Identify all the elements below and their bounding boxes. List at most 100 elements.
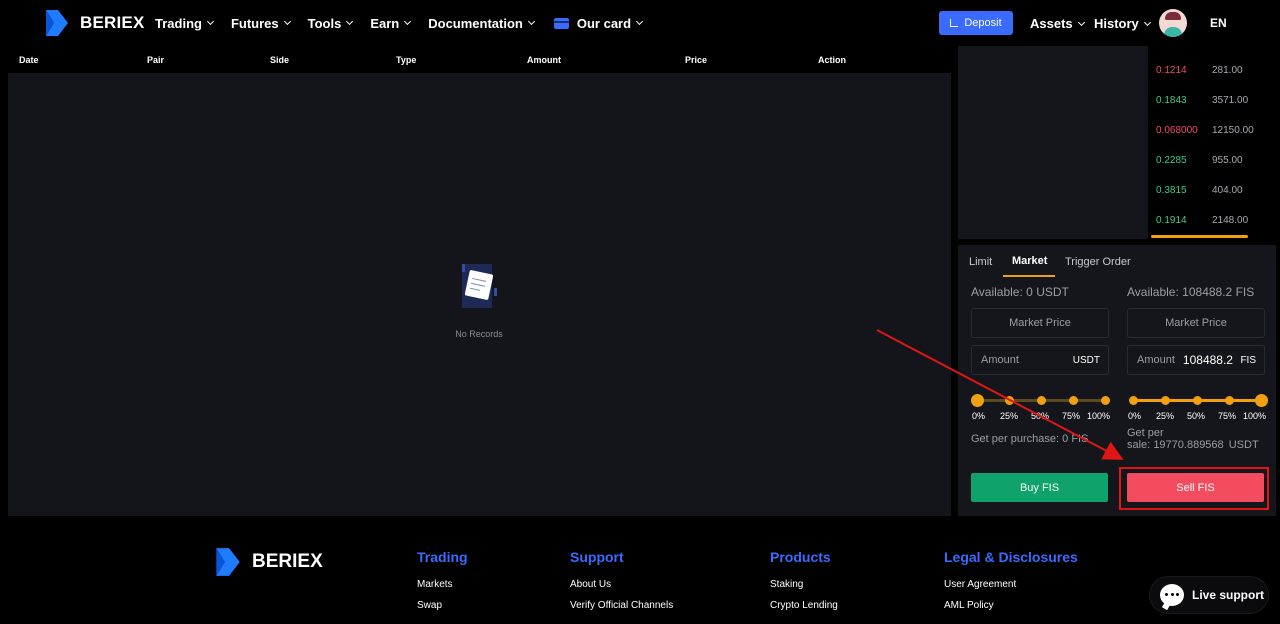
nav-our-card-label: Our card bbox=[576, 15, 632, 31]
footer-col-legal: Legal & Disclosures User Agreement AML P… bbox=[944, 549, 1078, 621]
orders-panel: Date Pair Side Type Amount Price Action … bbox=[8, 46, 951, 516]
slider-stop[interactable] bbox=[1224, 396, 1234, 405]
col-date[interactable]: Date bbox=[19, 55, 39, 65]
sell-form: Available: 108488.2 FIS Market Price Amo… bbox=[1127, 285, 1268, 451]
order-book-row[interactable]: 0.1214 281.00 bbox=[1156, 65, 1243, 76]
footer-link-verify-channels[interactable]: Verify Official Channels bbox=[570, 600, 673, 611]
buy-get-summary: Get per purchase: 0 FIS bbox=[971, 433, 1088, 445]
order-book-row[interactable]: 0.1914 2148.00 bbox=[1156, 215, 1248, 226]
chevron-down-icon bbox=[346, 17, 354, 26]
buy-available-label: Available: bbox=[971, 285, 1023, 299]
nav-earn-label: Earn bbox=[370, 15, 400, 31]
footer: BERIEX Trading Markets Swap Support Abou… bbox=[0, 523, 1280, 624]
buy-percent-slider[interactable] bbox=[970, 393, 1110, 407]
buy-get-value: 0 bbox=[1062, 433, 1069, 445]
col-pair: Pair bbox=[147, 55, 165, 65]
col-action: Action bbox=[818, 55, 846, 65]
sell-price-field[interactable]: Market Price bbox=[1127, 308, 1265, 338]
orders-table-header: Date Pair Side Type Amount Price Action bbox=[8, 46, 951, 73]
footer-link-markets[interactable]: Markets bbox=[417, 579, 468, 590]
slider-stop[interactable] bbox=[1036, 396, 1046, 405]
order-book-price: 0.1843 bbox=[1156, 95, 1187, 106]
slider-stop[interactable] bbox=[1100, 396, 1110, 405]
nav-futures-label: Futures bbox=[230, 15, 279, 31]
order-book-price: 0.1914 bbox=[1156, 215, 1187, 226]
empty-state: No Records bbox=[428, 260, 530, 339]
chevron-down-icon bbox=[1077, 18, 1085, 26]
nav-documentation[interactable]: Documentation bbox=[428, 16, 535, 31]
order-book-list[interactable]: 0.1214 281.00 0.1843 3571.00 0.068000 12150.0… bbox=[1148, 46, 1276, 239]
buy-amount-input[interactable]: Amount USDT bbox=[971, 345, 1109, 375]
sell-percent-slider[interactable] bbox=[1127, 393, 1268, 407]
buy-amount-unit: USDT bbox=[1072, 354, 1100, 366]
order-book-qty: 955.00 bbox=[1212, 155, 1243, 166]
tab-trigger-order[interactable]: Trigger Order bbox=[1065, 256, 1131, 268]
buy-available: Available: 0 USDT bbox=[971, 285, 1109, 299]
mark-25: 25% bbox=[1156, 411, 1175, 421]
footer-link-user-agreement[interactable]: User Agreement bbox=[944, 579, 1078, 590]
sell-amount-unit: FIS bbox=[1240, 354, 1256, 366]
order-book-row[interactable]: 0.2285 955.00 bbox=[1156, 155, 1243, 166]
slider-stop[interactable] bbox=[1160, 396, 1170, 405]
slider-stop[interactable] bbox=[1068, 396, 1078, 405]
order-book-row[interactable]: 0.068000 12150.00 bbox=[1156, 125, 1254, 136]
nav-tools-label: Tools bbox=[307, 15, 342, 31]
nav-trading[interactable]: Trading bbox=[155, 16, 214, 31]
nav-earn[interactable]: Earn bbox=[370, 15, 412, 31]
nav-history[interactable]: History bbox=[1094, 16, 1151, 31]
credit-card-icon bbox=[553, 17, 569, 29]
mark-50: 50% bbox=[1031, 411, 1050, 421]
nav-futures[interactable]: Futures bbox=[230, 15, 291, 31]
tab-limit[interactable]: Limit bbox=[969, 256, 992, 268]
col-price: Price bbox=[685, 55, 708, 65]
sell-available: Available: 108488.2 FIS bbox=[1127, 285, 1265, 299]
sell-amount-input[interactable]: Amount 108488.2 FIS bbox=[1127, 345, 1265, 375]
order-type-tabs: Limit Market Trigger Order bbox=[958, 245, 1276, 277]
chat-bubble-icon bbox=[1160, 584, 1184, 606]
footer-col-title: Products bbox=[770, 549, 831, 565]
deposit-button[interactable]: Deposit bbox=[939, 11, 1013, 35]
slider-stop[interactable] bbox=[1128, 396, 1138, 405]
mark-0: 0% bbox=[972, 411, 986, 421]
mark-75: 75% bbox=[1062, 411, 1081, 421]
footer-brand-name: BERIEX bbox=[252, 551, 323, 572]
mark-75: 75% bbox=[1218, 411, 1237, 421]
order-book-row[interactable]: 0.1843 3571.00 bbox=[1156, 95, 1248, 106]
footer-link-swap[interactable]: Swap bbox=[417, 600, 468, 611]
footer-col-support: Support About Us Verify Official Channel… bbox=[570, 549, 673, 621]
col-amount: Amount bbox=[527, 55, 561, 65]
footer-link-staking[interactable]: Staking bbox=[770, 579, 838, 590]
slider-stop[interactable] bbox=[1004, 396, 1014, 405]
tab-market[interactable]: Market bbox=[1012, 255, 1047, 267]
user-avatar[interactable] bbox=[1159, 9, 1187, 37]
footer-link-about-us[interactable]: About Us bbox=[570, 579, 673, 590]
live-support-button[interactable]: Live support bbox=[1150, 577, 1268, 613]
order-book-scrollbar[interactable] bbox=[1151, 235, 1248, 238]
nav-our-card[interactable]: Our card bbox=[553, 15, 644, 31]
footer-link-aml-policy[interactable]: AML Policy bbox=[944, 600, 1078, 611]
col-side: Side bbox=[270, 55, 290, 65]
order-book-qty: 404.00 bbox=[1212, 185, 1243, 196]
sell-button-highlight bbox=[1119, 467, 1269, 510]
mark-100: 100% bbox=[1243, 411, 1267, 421]
chevron-down-icon bbox=[206, 17, 214, 26]
order-book-row[interactable]: 0.3815 404.00 bbox=[1156, 185, 1243, 196]
buy-price-placeholder: Market Price bbox=[1009, 317, 1071, 329]
slider-handle[interactable] bbox=[970, 394, 984, 407]
chevron-down-icon bbox=[1143, 18, 1151, 26]
language-selector[interactable]: EN bbox=[1210, 16, 1227, 30]
nav-assets[interactable]: Assets bbox=[1030, 16, 1085, 31]
slider-handle[interactable] bbox=[1254, 394, 1268, 407]
brand-logo[interactable]: BERIEX bbox=[44, 8, 145, 38]
sell-available-value: 108488.2 bbox=[1182, 285, 1233, 299]
footer-col-title: Trading bbox=[417, 549, 468, 565]
buy-button[interactable]: Buy FIS bbox=[971, 473, 1108, 502]
brand-name: BERIEX bbox=[80, 13, 145, 32]
footer-col-title: Legal & Disclosures bbox=[944, 549, 1078, 565]
chevron-down-icon bbox=[636, 17, 644, 26]
buy-price-field[interactable]: Market Price bbox=[971, 308, 1109, 338]
footer-link-crypto-lending[interactable]: Crypto Lending bbox=[770, 600, 838, 611]
slider-stop[interactable] bbox=[1192, 396, 1202, 405]
footer-logo[interactable]: BERIEX bbox=[214, 546, 323, 578]
nav-tools[interactable]: Tools bbox=[307, 15, 354, 31]
